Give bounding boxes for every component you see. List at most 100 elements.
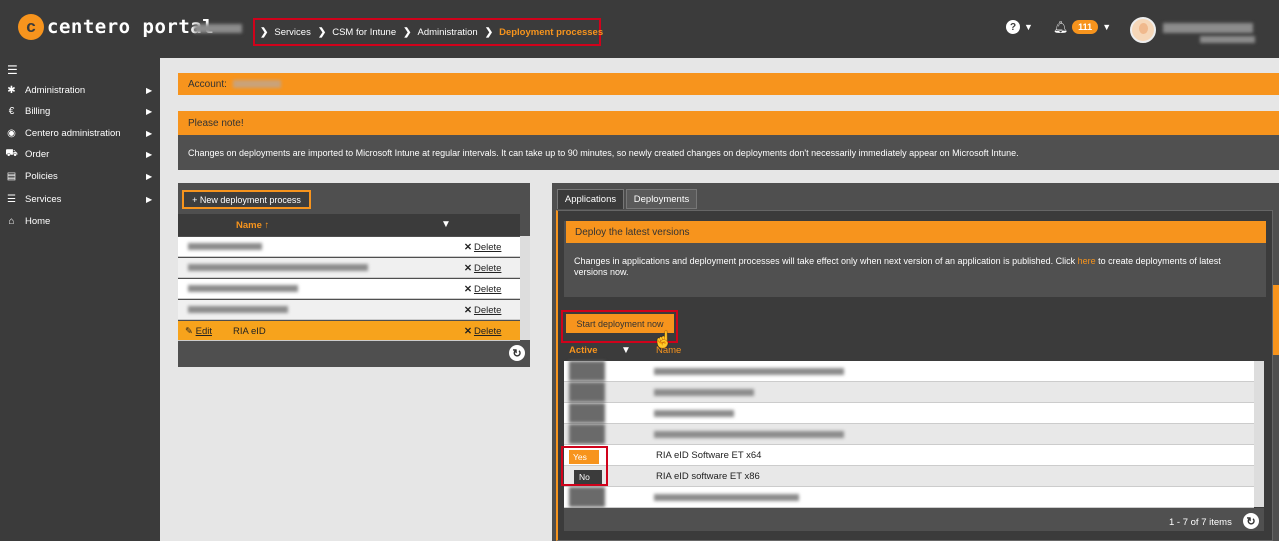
breadcrumb-administration[interactable]: Administration	[418, 27, 478, 38]
sidebar-item-label: Policies	[25, 171, 58, 182]
app-name: RIA eID software ET x86	[656, 471, 760, 482]
notice-title-bar: Please note!	[178, 111, 1279, 135]
table-row[interactable]	[564, 361, 1254, 382]
sidebar-item-administration[interactable]: ✱ Administration ▶	[0, 80, 160, 101]
account-bar: Account:	[178, 73, 1279, 95]
active-toggle-no[interactable]: No	[574, 470, 602, 484]
edit-link[interactable]: ✎ Edit	[185, 326, 212, 337]
table-row[interactable]	[564, 424, 1254, 445]
redacted-tenant	[194, 24, 242, 33]
centero-logo[interactable]: c centero portal	[18, 14, 214, 40]
table-row[interactable]: RIA eID software ET x86	[564, 466, 1254, 487]
close-icon: ✕	[464, 242, 472, 253]
delete-link[interactable]: ✕ Delete	[464, 263, 501, 274]
app-title: centero portal	[47, 16, 215, 38]
notification-badge[interactable]: 111	[1072, 20, 1099, 34]
server-icon: ☰	[7, 194, 16, 205]
sidebar-item-label: Billing	[25, 106, 51, 117]
sidebar-item-label: Order	[25, 149, 50, 160]
close-icon: ✕	[464, 305, 472, 316]
hand-cursor-icon: ☝	[653, 332, 673, 349]
delete-link[interactable]: ✕ Delete	[464, 326, 501, 337]
caret-right-icon: ▶	[146, 150, 153, 159]
document-icon: ▤	[6, 171, 17, 182]
delete-link[interactable]: ✕ Delete	[464, 305, 501, 316]
side-panel-handle[interactable]	[1273, 285, 1279, 355]
gear-icon: ✱	[7, 85, 16, 96]
notice-text: Changes on deployments are imported to M…	[188, 147, 1019, 158]
deploy-latest-title: Deploy the latest versions	[566, 221, 1266, 243]
breadcrumb-services[interactable]: Services	[274, 27, 310, 38]
active-toggle-yes[interactable]: Yes	[569, 450, 599, 464]
caret-right-icon: ▶	[146, 129, 153, 138]
new-deployment-process-button[interactable]: + New deployment process	[182, 190, 311, 209]
avatar[interactable]	[1130, 17, 1156, 43]
notice-title: Please note!	[188, 117, 244, 129]
account-label: Account:	[188, 78, 227, 90]
scrollbar[interactable]	[1254, 361, 1264, 507]
delete-link[interactable]: ✕ Delete	[464, 284, 501, 295]
sidebar-item-policies[interactable]: ▤ Policies ▶	[0, 166, 160, 187]
table-row[interactable]: RIA eID Software ET x64	[564, 445, 1254, 466]
close-icon: ✕	[464, 284, 472, 295]
chevron-down-icon[interactable]: ▼	[1102, 22, 1111, 32]
sidebar-item-label: Administration	[25, 85, 86, 96]
redacted-app-name	[654, 389, 754, 396]
notice-body: Changes on deployments are imported to M…	[178, 135, 1279, 170]
chevron-right-icon: ❯	[484, 26, 494, 38]
chevron-right-icon: ❯	[403, 26, 412, 38]
filter-icon[interactable]: ▼	[441, 219, 451, 230]
pager	[564, 508, 1264, 531]
sidebar-item-billing[interactable]: € Billing ▶	[0, 101, 160, 122]
close-icon: ✕	[464, 263, 472, 274]
redacted-process-name	[188, 243, 262, 250]
redacted-process-name	[188, 264, 368, 271]
table-row[interactable]	[564, 382, 1254, 403]
app-name: RIA eID Software ET x64	[656, 450, 762, 461]
scrollbar[interactable]	[520, 236, 530, 340]
sidebar-item-home[interactable]: ⌂ Home	[0, 211, 160, 232]
redacted-active-cell	[569, 487, 605, 507]
breadcrumb-csm-for-intune[interactable]: CSM for Intune	[332, 27, 396, 38]
caret-right-icon: ▶	[146, 86, 153, 95]
chevron-right-icon: ❯	[317, 26, 327, 38]
top-bar: c centero portal ❯ Services ❯ CSM for In…	[0, 0, 1279, 58]
caret-right-icon: ▶	[146, 172, 153, 181]
sidebar-item-services[interactable]: ☰ Services ▶	[0, 189, 160, 210]
redacted-process-name	[188, 285, 298, 292]
redacted-user-org	[1200, 36, 1255, 43]
redacted-account-name	[232, 80, 281, 88]
redacted-active-cell	[569, 424, 605, 444]
bell-icon[interactable]: 🔔︎	[1053, 20, 1068, 34]
redacted-app-name	[654, 494, 799, 501]
active-column-header[interactable]: Active	[569, 345, 598, 356]
tab-applications[interactable]: Applications	[557, 189, 624, 209]
refresh-icon[interactable]: ↻	[509, 345, 525, 361]
redacted-app-name	[654, 431, 844, 438]
pencil-icon: ✎	[185, 326, 193, 337]
deployment-processes-table-header	[178, 214, 520, 236]
euro-icon: €	[8, 106, 15, 117]
delete-link[interactable]: ✕ Delete	[464, 242, 501, 253]
name-column-header[interactable]: Name ↑	[236, 220, 269, 231]
refresh-icon[interactable]: ↻	[1243, 513, 1259, 529]
sidebar-item-label: Centero administration	[25, 128, 121, 139]
help-circle-icon[interactable]: ?	[1006, 20, 1020, 34]
create-deployments-link[interactable]: here	[1078, 256, 1096, 266]
caret-right-icon: ▶	[146, 107, 153, 116]
table-row[interactable]	[564, 487, 1254, 508]
redacted-process-name	[188, 306, 288, 313]
sidebar-item-centero-administration[interactable]: ◉ Centero administration ▶	[0, 123, 160, 144]
breadcrumb-deployment-processes: Deployment processes	[499, 26, 604, 38]
centero-icon: ◉	[7, 128, 16, 139]
sidebar-item-order[interactable]: ⛟ Order ▶	[0, 144, 160, 165]
menu-icon[interactable]: ☰	[7, 63, 18, 77]
redacted-active-cell	[569, 361, 605, 381]
tab-deployments[interactable]: Deployments	[626, 189, 697, 209]
redacted-app-name	[654, 410, 734, 417]
table-row[interactable]	[564, 403, 1254, 424]
redacted-active-cell	[569, 403, 605, 423]
cart-icon: ⛟	[5, 148, 18, 159]
filter-icon[interactable]: ▼	[621, 345, 631, 356]
chevron-down-icon[interactable]: ▼	[1024, 22, 1033, 32]
